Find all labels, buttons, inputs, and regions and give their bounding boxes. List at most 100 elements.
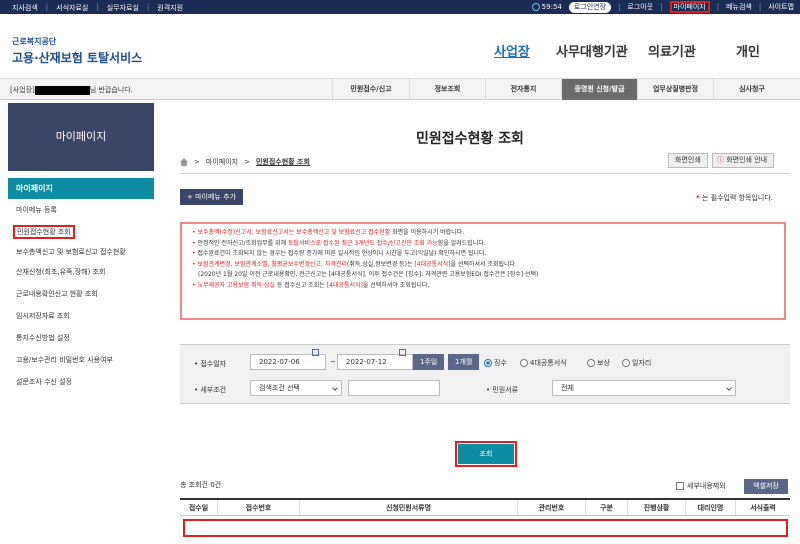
type-select[interactable]: 전체	[552, 380, 736, 396]
top-link-practice-library[interactable]: 실무자료실	[107, 3, 139, 13]
subnav-review-request[interactable]: 심사청구	[713, 79, 790, 100]
radio-label: 보상	[597, 359, 610, 367]
notice-text: 을 선택하셔야 조회됩니다.	[362, 281, 430, 289]
notice-text: 토탈서비스로 접수된 최근 3개년도 접수/신고건만 조회 가능	[288, 239, 438, 247]
menu-search-link[interactable]: 메뉴검색	[726, 2, 752, 12]
sub-navigation-bar: [사업장] 님 반갑습니다. 민원접수/신고 정보조회 전자통지 증명원 신청/발…	[0, 78, 800, 100]
site-logo[interactable]: 근로복지공단 고용·산재보험 토탈서비스	[12, 36, 142, 66]
sidebar-item-work-content[interactable]: 근로내용확인신고 현황 조회	[8, 283, 154, 305]
notice-text: (취득,상실,정보변경 등)는	[346, 260, 415, 268]
subnav-civil-filing[interactable]: 민원접수/신고	[332, 79, 409, 100]
sidebar-item-label: 설문조사 수신 설정	[16, 378, 72, 386]
top-utility-bar: 지사검색 | 서식자료실 | 실무자료실 | 원격지원 59:54 로그인연장 | 로…	[0, 0, 800, 14]
subnav-info-inquiry[interactable]: 정보조회	[409, 79, 485, 100]
notice-text: 접수완료건이 조회되지 않는 경우는 접수량 증가에 따른 일시적인 현상이니 …	[197, 250, 487, 257]
radio-label: 4대공통서식	[530, 359, 567, 367]
print-guide-button[interactable]: ⓘ 화면인쇄 안내	[712, 153, 775, 168]
col-manage-no: 관리번호	[518, 500, 586, 515]
date-label: • 접수일자	[194, 360, 227, 368]
top-link-form-library[interactable]: 서식자료실	[56, 3, 88, 13]
notice-line: • 보수총액(수정)신고서, 보험료신고서는 보수총액신고 및 보험료신고 접수…	[182, 228, 784, 239]
login-extend-button[interactable]: 로그인연장	[568, 1, 612, 13]
mainnav-medical[interactable]: 의료기관	[648, 41, 696, 60]
search-button[interactable]: 조회	[458, 444, 514, 464]
subnav-disease-judgement[interactable]: 업무상질병판정	[637, 79, 713, 100]
notice-text: 을 선택하셔서 조회됩니다.	[450, 260, 517, 268]
separator: |	[45, 3, 49, 11]
subnav-e-notice[interactable]: 전자통지	[485, 79, 561, 100]
breadcrumb-current[interactable]: 민원접수현황 조회	[256, 157, 310, 167]
breadcrumb-item[interactable]: 마이페이지	[206, 157, 238, 167]
notice-text: 노무제공자 고용보험 취득·상실	[197, 281, 275, 289]
one-week-button[interactable]: 1주일	[413, 354, 445, 370]
top-link-remote-support[interactable]: 원격지원	[157, 3, 183, 13]
logout-link[interactable]: 로그아웃	[627, 2, 653, 12]
radio-option[interactable]: 4대공통서식	[520, 358, 567, 368]
radio-label: 일자리	[632, 359, 652, 367]
print-button[interactable]: 화면인쇄	[668, 153, 708, 168]
radio-option[interactable]: 징수	[484, 358, 507, 368]
radio-button[interactable]	[622, 359, 630, 367]
home-icon[interactable]	[180, 158, 188, 166]
calendar-icon[interactable]	[399, 349, 406, 356]
radio-option[interactable]: 일자리	[622, 358, 651, 368]
detail-select-value: 검색조건 선택	[259, 384, 300, 392]
notice-box: • 보수총액(수정)신고서, 보험료신고서는 보수총액신고 및 보험료신고 접수…	[180, 222, 786, 320]
sidebar-item-password[interactable]: 고용/보수관리 비밀번호 사용여부	[8, 349, 154, 371]
welcome-suffix: 님 반갑습니다.	[89, 86, 133, 94]
exclude-detail-checkbox[interactable]	[676, 482, 684, 490]
sidebar-item-label: 근로내용확인신고 현황 조회	[16, 290, 98, 298]
detail-input[interactable]	[348, 380, 440, 396]
notice-line: (2020년 1월 20일 이전 근로내용확인, 전근신고는 [4대공통서식],…	[182, 270, 784, 281]
col-document-name: 신청민원서류명	[300, 500, 518, 515]
separator: |	[96, 3, 99, 11]
radio-button[interactable]	[484, 359, 492, 367]
radio-option[interactable]: 보상	[587, 358, 610, 368]
sidebar-item-label: 고용/보수관리 비밀번호 사용여부	[16, 356, 113, 364]
separator: |	[618, 3, 621, 11]
calendar-icon[interactable]	[312, 349, 319, 356]
date-separator: ~	[330, 358, 336, 366]
mypage-link[interactable]: 마이페이지	[669, 1, 710, 13]
clock-icon	[531, 3, 540, 11]
excel-save-button[interactable]: 엑셀저장	[744, 479, 788, 494]
one-month-button[interactable]: 1개월	[448, 354, 480, 370]
mainnav-personal[interactable]: 개인	[736, 41, 760, 60]
sidebar-item-label: 마이메뉴 등록	[16, 206, 57, 214]
mainnav-agency[interactable]: 사무대행기관	[556, 41, 628, 60]
subnav-certificate[interactable]: 증명원 신청/발급	[561, 79, 637, 100]
notice-text: 보수총액(수정)신고서, 보험료신고서는 보수총액신고 및 보험료신고 접수현황	[197, 229, 391, 236]
detail-select[interactable]: 검색조건 선택	[250, 380, 342, 396]
radio-button[interactable]	[587, 359, 595, 367]
sidebar-item-payroll-report[interactable]: 보수총액신고 및 보험료신고 접수현황	[8, 243, 154, 261]
date-from-input[interactable]: 2022-07-06	[250, 354, 326, 370]
radio-button[interactable]	[520, 359, 528, 367]
sidebar-item-civil-status[interactable]: 민원접수현황 조회	[8, 221, 154, 243]
sidebar-item-mymenu[interactable]: 마이메뉴 등록	[8, 199, 154, 221]
sidebar-item-label: 보수총액신고 및 보험료신고 접수현황	[16, 248, 126, 256]
col-progress: 진행상황	[628, 500, 686, 515]
sidebar-item-accident[interactable]: 산재신청(최초,유족,장해) 조회	[8, 261, 154, 283]
mainnav-workplace[interactable]: 사업장	[494, 41, 530, 60]
sidebar-item-temp-saved[interactable]: 임시저장자료 조회	[8, 305, 154, 327]
top-link-branch-search[interactable]: 지사검색	[12, 3, 38, 13]
exclude-detail-label: 세부내용제외	[687, 482, 726, 490]
total-count: 총 조회건 0건	[180, 481, 222, 489]
welcome-prefix: [사업장]	[10, 86, 35, 94]
notice-text: 함을 알려드립니다.	[437, 239, 486, 247]
type-select-value: 전체	[561, 384, 574, 392]
sidebar-item-notice-method[interactable]: 통지수신방법 설정	[8, 327, 154, 349]
type-label: • 민원서류	[486, 386, 519, 394]
add-mymenu-button[interactable]: + 마이메뉴 추가	[180, 189, 243, 205]
exclude-detail-option[interactable]: 세부내용제외	[676, 481, 726, 491]
sidebar-item-survey[interactable]: 설문조사 수신 설정	[8, 371, 154, 393]
sidebar-title[interactable]: 마이페이지	[8, 178, 154, 199]
notice-text: [4대공통서식]	[414, 260, 451, 268]
date-label-text: 접수일자	[200, 360, 227, 368]
notice-line: • 보험관계변경, 보험관계소멸, 월평균보수변경신고, 자격관리(취득,상실,…	[182, 260, 784, 271]
date-to-input[interactable]: 2022-07-12	[337, 354, 413, 370]
sitemap-link[interactable]: 사이트맵	[768, 2, 794, 12]
session-count: 59:54	[541, 3, 562, 11]
required-mark: *	[696, 194, 700, 202]
col-receipt-no: 접수번호	[218, 500, 300, 515]
